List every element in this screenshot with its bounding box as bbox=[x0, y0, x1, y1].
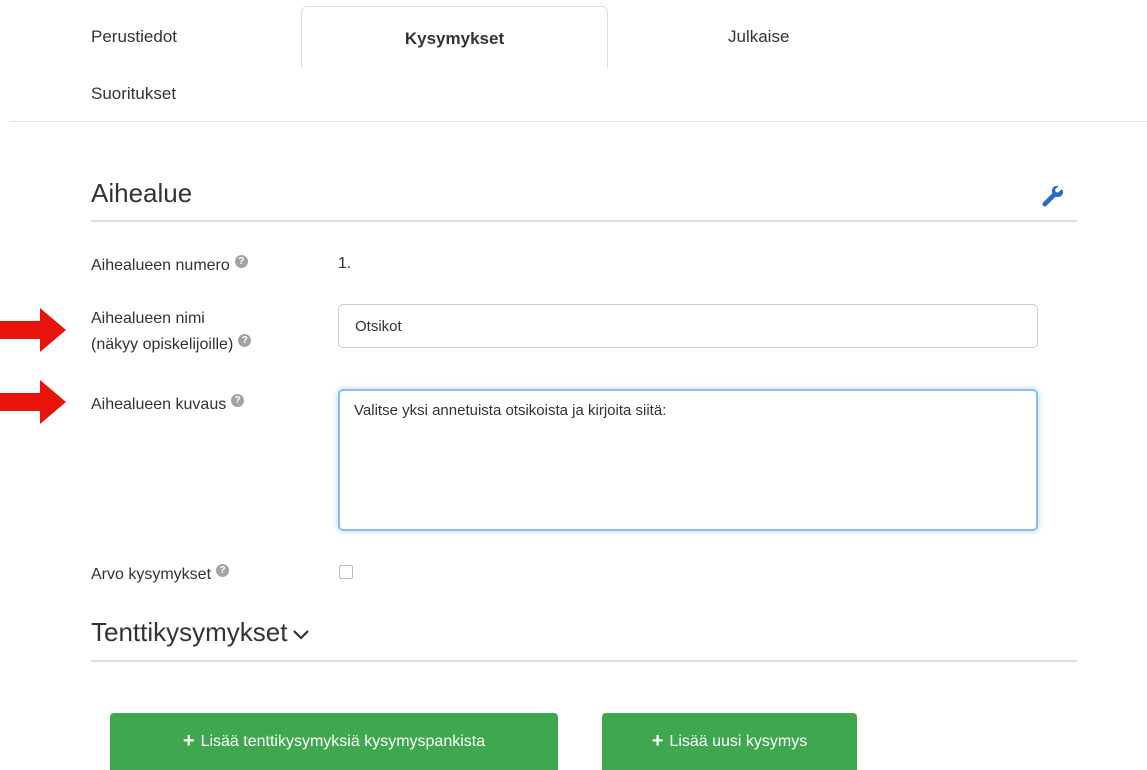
number-value: 1. bbox=[338, 255, 352, 272]
tab-suoritukset[interactable]: Suoritukset bbox=[91, 84, 176, 104]
red-arrow-icon bbox=[0, 380, 66, 424]
help-icon[interactable]: ? bbox=[234, 255, 248, 268]
tab-kysymykset-label: Kysymykset bbox=[404, 29, 505, 48]
name-label-line1: Aihealueen nimi bbox=[91, 310, 205, 327]
questions-title: Tenttikysymykset bbox=[91, 617, 288, 647]
help-icon[interactable]: ? bbox=[238, 334, 252, 347]
topic-name-input[interactable] bbox=[338, 304, 1038, 348]
name-label-line2: (näkyy opiskelijoille) bbox=[91, 336, 234, 353]
tab-julkaise[interactable]: Julkaise bbox=[728, 27, 789, 47]
red-arrow-icon bbox=[0, 308, 66, 352]
help-icon[interactable]: ? bbox=[231, 394, 245, 407]
section-title: Aihealue bbox=[91, 178, 193, 208]
tab-perustiedot[interactable]: Perustiedot bbox=[91, 27, 177, 47]
add-new-question-button[interactable]: + Lisää uusi kysymys bbox=[602, 713, 857, 770]
help-icon[interactable]: ? bbox=[216, 564, 230, 577]
plus-icon: + bbox=[651, 730, 664, 752]
description-label: Aihealueen kuvaus? bbox=[91, 392, 245, 418]
randomize-label: Arvo kysymykset? bbox=[91, 562, 230, 588]
topic-description-textarea[interactable]: Valitse yksi annetuista otsikoista ja ki… bbox=[338, 389, 1038, 531]
randomize-label-text: Arvo kysymykset bbox=[91, 566, 212, 583]
number-label-text: Aihealueen numero bbox=[91, 257, 230, 274]
name-label: Aihealueen nimi (näkyy opiskelijoille)? bbox=[91, 306, 252, 358]
add-from-bank-button[interactable]: + Lisää tenttikysymyksiä kysymyspankista bbox=[110, 713, 558, 770]
plus-icon: + bbox=[182, 730, 195, 752]
tabs-divider bbox=[10, 121, 1147, 122]
tab-kysymykset[interactable]: Kysymykset bbox=[301, 6, 608, 68]
questions-heading[interactable]: Tenttikysymykset bbox=[91, 617, 310, 648]
description-label-text: Aihealueen kuvaus bbox=[91, 396, 227, 413]
section-divider bbox=[91, 220, 1077, 222]
add-from-bank-label: Lisää tenttikysymyksiä kysymyspankista bbox=[200, 732, 486, 750]
questions-divider bbox=[91, 660, 1077, 662]
name-label-line2-row: (näkyy opiskelijoille)? bbox=[91, 332, 252, 358]
wrench-icon[interactable] bbox=[1040, 184, 1064, 208]
randomize-checkbox[interactable] bbox=[339, 565, 353, 579]
number-label: Aihealueen numero? bbox=[91, 253, 248, 279]
chevron-down-icon bbox=[292, 630, 309, 640]
add-new-question-label: Lisää uusi kysymys bbox=[669, 732, 808, 750]
